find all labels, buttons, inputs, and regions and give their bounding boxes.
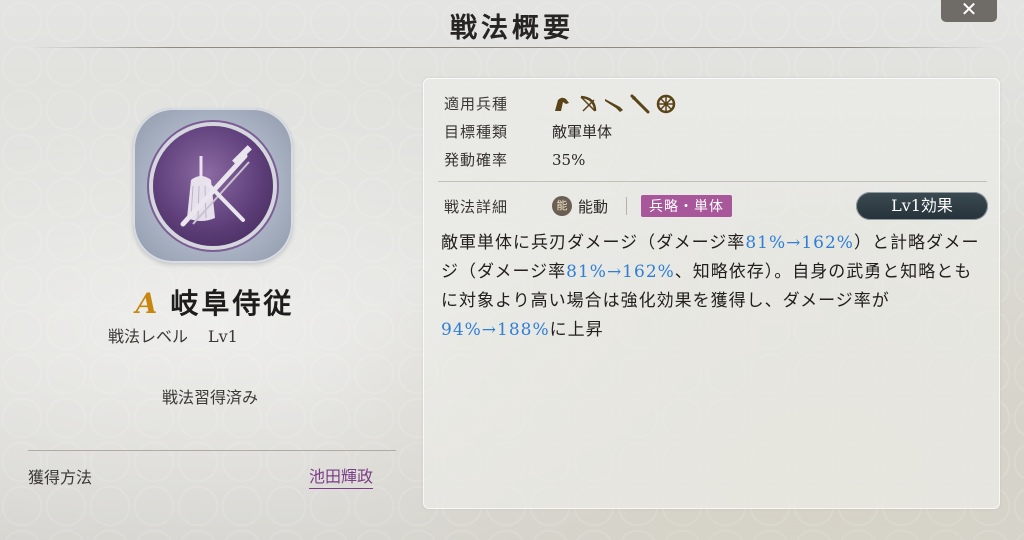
skill-info-panel: 適用兵種 目標種類 敵軍単体 発動確率 35% 戦法詳細 能 能動 兵略・単体 … — [423, 78, 1000, 509]
gun-icon — [604, 94, 624, 114]
unit-types-row: 適用兵種 — [444, 93, 676, 114]
desc-text-4: に上昇 — [549, 320, 604, 340]
acquire-method-label: 獲得方法 — [28, 468, 93, 487]
active-type-icon: 能 — [552, 196, 572, 216]
unit-types-label: 適用兵種 — [444, 95, 509, 113]
rate-value: 35% — [552, 150, 586, 169]
title-divider — [28, 47, 996, 48]
skill-tag: 兵略・単体 — [641, 195, 733, 217]
skill-emblem — [133, 108, 293, 263]
desc-text-1: 敵軍単体に兵刃ダメージ（ダメージ率 — [441, 233, 746, 253]
tassel-and-sword-icon — [153, 126, 273, 246]
page-title: 戦法概要 — [450, 13, 574, 44]
skill-detail-row: 戦法詳細 能 能動 兵略・単体 — [444, 195, 733, 217]
skill-level-row: 戦法レベル Lv1 — [108, 323, 308, 347]
learned-status: 戦法習得済み — [161, 388, 258, 407]
left-divider — [28, 450, 396, 451]
skill-title: A 岐阜侍従 — [100, 282, 330, 322]
skill-description: 敵軍単体に兵刃ダメージ（ダメージ率81%→162%）と計略ダメージ（ダメージ率8… — [441, 229, 986, 345]
skill-detail-label: 戦法詳細 — [444, 197, 509, 216]
desc-value-3: 94%→188% — [441, 320, 550, 340]
rate-row: 発動確率 35% — [444, 149, 585, 170]
skill-name: 岐阜侍従 — [170, 287, 295, 320]
skill-type-value: 能動 — [578, 197, 609, 216]
level-effect-button[interactable]: Lv1効果 — [856, 192, 988, 220]
bow-icon — [578, 94, 598, 114]
target-label: 目標種類 — [444, 123, 509, 141]
close-button[interactable]: ✕ — [941, 0, 997, 22]
rate-label: 発動確率 — [444, 151, 509, 169]
skill-level-label: 戦法レベル — [108, 327, 189, 346]
skill-level-value: Lv1 — [208, 327, 238, 346]
panel-divider — [438, 181, 987, 182]
desc-value-2: 81%→162% — [566, 262, 675, 282]
spear-icon — [630, 94, 650, 114]
skill-grade: A — [135, 287, 161, 320]
target-row: 目標種類 敵軍単体 — [444, 121, 612, 142]
acquire-source-link[interactable]: 池田輝政 — [309, 463, 374, 489]
unit-type-icons — [552, 94, 676, 114]
siege-wheel-icon — [656, 94, 676, 114]
target-value: 敵軍単体 — [552, 123, 613, 141]
desc-value-1: 81%→162% — [745, 233, 854, 253]
title-bar: 戦法概要 ✕ — [0, 0, 1024, 48]
detail-separator — [626, 197, 628, 215]
cavalry-icon — [552, 94, 572, 114]
